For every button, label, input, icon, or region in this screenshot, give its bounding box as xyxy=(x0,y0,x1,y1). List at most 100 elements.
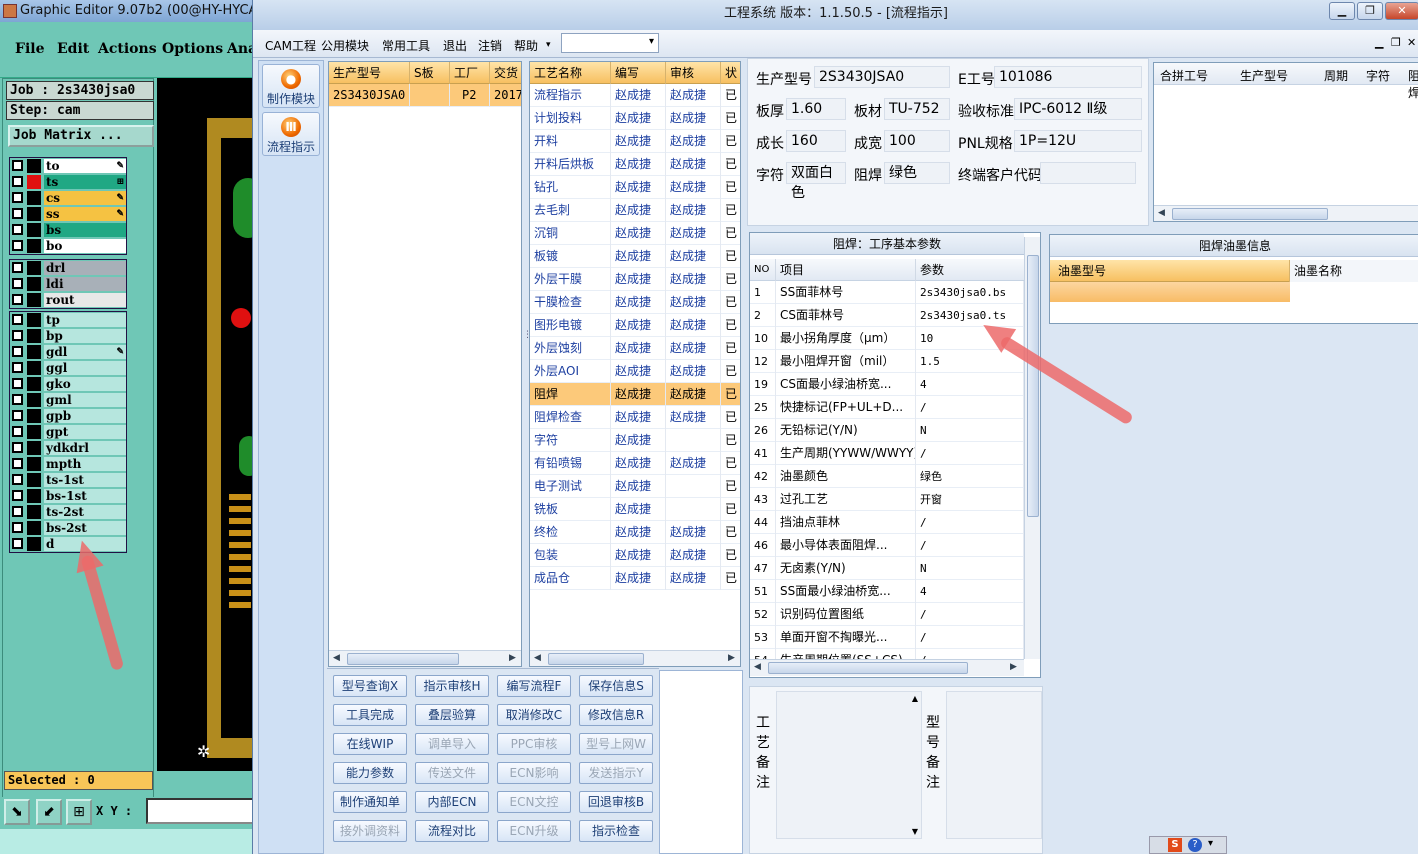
action-button[interactable]: 内部ECN xyxy=(415,791,489,813)
table-row[interactable]: 外层蚀刻 赵成捷 赵成捷已 xyxy=(530,337,740,360)
layer-checkbox[interactable] xyxy=(12,240,23,251)
layer-name[interactable]: cs ✎ xyxy=(44,191,126,205)
layer-name[interactable]: gdl ✎ xyxy=(44,345,126,359)
action-button[interactable]: 制作通知单 xyxy=(333,791,407,813)
table-row[interactable]: 去毛刺 赵成捷 赵成捷已 xyxy=(530,199,740,222)
field-model[interactable]: 2S3430JSA0 xyxy=(814,66,950,88)
param-vscroll[interactable] xyxy=(1024,237,1040,659)
col-ink-type[interactable]: 油墨型号 xyxy=(1050,260,1290,282)
menu-actions[interactable]: Actions xyxy=(98,41,157,57)
layer-checkbox[interactable] xyxy=(12,176,23,187)
layer-row[interactable]: ts-1st xyxy=(10,472,126,488)
menu-help[interactable]: 帮助 xyxy=(514,37,538,54)
layer-row[interactable]: gpb xyxy=(10,408,126,424)
table-row[interactable]: 图形电镀 赵成捷 赵成捷已 xyxy=(530,314,740,337)
scroll-up-icon[interactable]: ▲ xyxy=(912,694,918,703)
action-button[interactable]: 发送指示Y xyxy=(579,762,653,784)
action-button[interactable]: 流程对比 xyxy=(415,820,489,842)
col-factory[interactable]: 工厂 xyxy=(450,62,490,84)
layer-color-swatch[interactable] xyxy=(27,191,41,205)
table-row[interactable]: 12 最小阻焊开窗（mil） 1.5 xyxy=(750,350,1024,373)
action-button[interactable]: ECN影响 xyxy=(497,762,571,784)
action-button[interactable]: ECN升级 xyxy=(497,820,571,842)
action-button[interactable]: 能力参数 xyxy=(333,762,407,784)
table-row[interactable]: 有铅喷锡 赵成捷 赵成捷已 xyxy=(530,452,740,475)
col-no[interactable]: NO xyxy=(750,259,776,281)
mdi-restore-icon[interactable]: ❐ xyxy=(1391,36,1401,49)
layer-name[interactable]: gml xyxy=(44,393,126,407)
layer-checkbox[interactable] xyxy=(12,538,23,549)
layer-checkbox[interactable] xyxy=(12,410,23,421)
layer-checkbox[interactable] xyxy=(12,378,23,389)
layer-name[interactable]: ydkdrl xyxy=(44,441,126,455)
table-row[interactable]: 47 无卤素(Y/N) N xyxy=(750,557,1024,580)
layer-checkbox[interactable] xyxy=(12,208,23,219)
layer-color-swatch[interactable] xyxy=(27,409,41,423)
table-row[interactable]: 1 SS面菲林号 2s3430jsa0.bs xyxy=(750,281,1024,304)
layer-row[interactable]: bs-1st xyxy=(10,488,126,504)
table-row[interactable]: 46 最小导体表面阻焊... / xyxy=(750,534,1024,557)
action-button[interactable]: 指示检查 xyxy=(579,820,653,842)
layer-color-swatch[interactable] xyxy=(27,223,41,237)
layer-name[interactable]: ldi xyxy=(44,277,126,291)
scroll-left-icon[interactable]: ◀ xyxy=(534,653,541,663)
layer-checkbox[interactable] xyxy=(12,490,23,501)
table-row[interactable]: 字符 赵成捷 已 xyxy=(530,429,740,452)
col-item[interactable]: 项目 xyxy=(776,259,916,281)
col-merge-no[interactable]: 合拼工号 xyxy=(1160,67,1208,84)
menu-exit[interactable]: 退出 xyxy=(443,37,467,54)
graphics-canvas[interactable]: ✲ xyxy=(157,78,254,771)
layer-row[interactable]: ss ✎ xyxy=(10,206,126,222)
col-solder-mask[interactable]: 阻焊 xyxy=(1408,67,1418,101)
maximize-icon[interactable]: ❐ xyxy=(1357,2,1383,20)
grid-icon[interactable]: ⊞ xyxy=(66,799,92,825)
table-row[interactable]: 25 快捷标记(FP+UL+D... / xyxy=(750,396,1024,419)
layer-name[interactable]: ggl xyxy=(44,361,126,375)
table-row[interactable]: 铣板 赵成捷 已 xyxy=(530,498,740,521)
layer-checkbox[interactable] xyxy=(12,160,23,171)
table-row[interactable]: 外层AOI 赵成捷 赵成捷已 xyxy=(530,360,740,383)
action-button[interactable]: 在线WIP xyxy=(333,733,407,755)
layer-checkbox[interactable] xyxy=(12,262,23,273)
layer-name[interactable]: gpt xyxy=(44,425,126,439)
layer-checkbox[interactable] xyxy=(12,362,23,373)
action-button[interactable]: 保存信息S xyxy=(579,675,653,697)
process-grid[interactable]: 工艺名称 编写 审核 状 流程指示 赵成捷 赵成捷已计划投料 赵成捷 赵成捷已开料 赵成捷… xyxy=(529,61,741,667)
chevron-down-icon[interactable]: ▾ xyxy=(546,40,551,50)
col-writer[interactable]: 编写 xyxy=(611,62,666,84)
scroll-right-icon[interactable]: ▶ xyxy=(1010,662,1017,672)
layer-checkbox[interactable] xyxy=(12,278,23,289)
layer-name[interactable]: to ✎ xyxy=(44,159,126,173)
layer-color-swatch[interactable] xyxy=(27,473,41,487)
action-button[interactable]: 回退审核B xyxy=(579,791,653,813)
help-icon[interactable]: ? xyxy=(1188,838,1202,852)
layer-row[interactable]: mpth xyxy=(10,456,126,472)
close-icon[interactable]: ✕ xyxy=(1385,2,1418,20)
field-pnl[interactable]: 1P=12U xyxy=(1014,130,1142,152)
menu-edit[interactable]: Edit xyxy=(57,41,89,57)
layer-row[interactable]: ts-2st xyxy=(10,504,126,520)
layer-color-swatch[interactable] xyxy=(27,505,41,519)
model-grid[interactable]: 生产型号 S板 工厂 交货 2S3430JSA0 P2 2017 ◀ ▶ xyxy=(328,61,522,667)
scroll-left-icon[interactable]: ◀ xyxy=(333,653,340,663)
action-button[interactable]: 调单导入 xyxy=(415,733,489,755)
action-button[interactable]: 修改信息R xyxy=(579,704,653,726)
scroll-left-icon[interactable]: ◀ xyxy=(754,662,761,672)
zoom-fit-icon[interactable]: ⬋ xyxy=(36,799,62,825)
splitter-grip-icon[interactable]: ⋮ xyxy=(523,330,532,340)
layer-name[interactable]: bs-1st xyxy=(44,489,126,503)
layer-checkbox[interactable] xyxy=(12,442,23,453)
layer-color-swatch[interactable] xyxy=(27,393,41,407)
side-button-process-guide[interactable]: Ⅲ 流程指示 xyxy=(262,112,320,156)
scroll-thumb[interactable] xyxy=(1027,255,1039,517)
action-button[interactable]: 型号上网W xyxy=(579,733,653,755)
table-row[interactable]: 43 过孔工艺 开窗 xyxy=(750,488,1024,511)
table-row[interactable]: 52 识别码位置图纸 / xyxy=(750,603,1024,626)
layer-row[interactable]: drl xyxy=(10,260,126,276)
field-thickness[interactable]: 1.60 xyxy=(786,98,846,120)
menu-common-tools[interactable]: 常用工具 xyxy=(382,37,430,54)
table-row[interactable]: 19 CS面最小绿油桥宽... 4 xyxy=(750,373,1024,396)
layer-name[interactable]: gko xyxy=(44,377,126,391)
table-row[interactable]: 开料 赵成捷 赵成捷已 xyxy=(530,130,740,153)
layer-color-swatch[interactable] xyxy=(27,425,41,439)
